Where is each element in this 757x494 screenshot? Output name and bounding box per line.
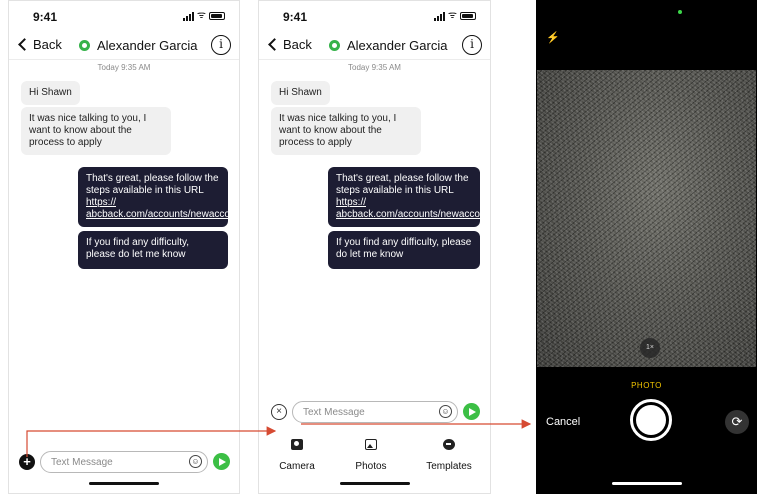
templates-label: Templates <box>426 461 472 472</box>
camera-label: Camera <box>279 461 315 472</box>
add-attachment-button[interactable]: + <box>19 454 35 470</box>
phone-screen-attach: 9:41 ᯤ Back Alexander Garcia i Today 9:3… <box>258 0 491 494</box>
emoji-icon[interactable]: ☺ <box>189 455 202 468</box>
message-input[interactable] <box>303 405 423 419</box>
status-time: 9:41 <box>283 10 308 24</box>
message-input[interactable] <box>51 455 171 469</box>
camera-viewfinder <box>537 70 756 367</box>
status-bar: 9:41 ᯤ <box>9 1 239 31</box>
home-indicator <box>611 482 682 485</box>
home-indicator <box>339 482 410 485</box>
photos-label: Photos <box>355 461 387 472</box>
wifi-icon: ᯤ <box>196 10 206 21</box>
back-label: Back <box>283 37 312 52</box>
signal-icon <box>182 11 194 21</box>
flip-camera-icon[interactable]: ⟳ <box>725 410 749 434</box>
header-divider <box>9 59 239 60</box>
flash-icon[interactable]: ⚡ <box>546 31 560 44</box>
outgoing-message: If you find any difficulty, please do le… <box>328 231 480 269</box>
process-url-link[interactable]: https:// abcback.com/accounts/newaccount… <box>336 197 490 221</box>
camera-option[interactable]: Camera <box>267 439 327 474</box>
phone-screen-camera: ⚡ 1× PHOTO Cancel ⟳ <box>536 0 757 494</box>
templates-option[interactable]: Templates <box>419 439 479 474</box>
outgoing-message: That's great, please follow the steps av… <box>328 167 490 227</box>
process-url-link[interactable]: https:// abcback.com/accounts/newaccount… <box>86 197 239 221</box>
shutter-button[interactable] <box>630 399 672 441</box>
status-icons: ᯤ <box>433 10 476 21</box>
photos-icon <box>365 439 377 450</box>
camera-active-indicator <box>678 10 682 14</box>
status-icons: ᯤ <box>182 10 225 21</box>
chat-header: Back Alexander Garcia i <box>9 33 239 59</box>
battery-icon <box>460 12 476 20</box>
chevron-left-icon <box>18 38 31 51</box>
home-indicator <box>89 482 159 485</box>
templates-icon <box>443 439 455 450</box>
wifi-icon: ᯤ <box>447 10 457 21</box>
header-divider <box>259 59 490 60</box>
message-timestamp: Today 9:35 AM <box>97 63 151 72</box>
incoming-message: It was nice talking to you, I want to kn… <box>21 107 171 155</box>
outgoing-message: That's great, please follow the steps av… <box>78 167 239 227</box>
incoming-message: Hi Shawn <box>21 81 80 105</box>
incoming-message: It was nice talking to you, I want to kn… <box>271 107 421 155</box>
battery-icon <box>209 12 225 20</box>
outgoing-message-text: That's great, please follow the steps av… <box>336 173 469 196</box>
back-label: Back <box>33 37 62 52</box>
phone-screen-chat: 9:41 ᯤ Back Alexander Garcia i Today 9:3… <box>8 0 240 494</box>
whatsapp-icon <box>79 40 90 51</box>
status-time: 9:41 <box>33 10 58 24</box>
message-input-wrapper: ☺ <box>40 451 208 473</box>
contact: Alexander Garcia <box>329 38 447 53</box>
incoming-message: Hi Shawn <box>271 81 330 105</box>
outgoing-message-text: That's great, please follow the steps av… <box>86 173 219 196</box>
contact: Alexander Garcia <box>79 38 197 53</box>
back-button[interactable]: Back <box>267 37 312 52</box>
outgoing-message: If you find any difficulty, please do le… <box>78 231 228 269</box>
contact-name: Alexander Garcia <box>97 38 198 53</box>
info-icon[interactable]: i <box>211 35 231 55</box>
cancel-button[interactable]: Cancel <box>546 416 580 428</box>
photos-option[interactable]: Photos <box>341 439 401 474</box>
send-button[interactable] <box>213 453 230 470</box>
emoji-icon[interactable]: ☺ <box>439 405 452 418</box>
message-input-wrapper: ☺ <box>292 401 458 423</box>
info-icon[interactable]: i <box>462 35 482 55</box>
zoom-button[interactable]: 1× <box>640 338 660 358</box>
photo-mode-label[interactable]: PHOTO <box>537 381 756 390</box>
whatsapp-icon <box>329 40 340 51</box>
contact-name: Alexander Garcia <box>347 38 448 53</box>
message-timestamp: Today 9:35 AM <box>348 63 401 72</box>
signal-icon <box>433 11 445 21</box>
camera-icon <box>291 439 303 450</box>
back-button[interactable]: Back <box>17 37 62 52</box>
close-attachments-button[interactable]: × <box>271 404 287 420</box>
chat-header: Back Alexander Garcia i <box>259 33 490 59</box>
send-button[interactable] <box>463 403 480 420</box>
status-bar: 9:41 ᯤ <box>259 1 490 31</box>
chevron-left-icon <box>268 38 281 51</box>
